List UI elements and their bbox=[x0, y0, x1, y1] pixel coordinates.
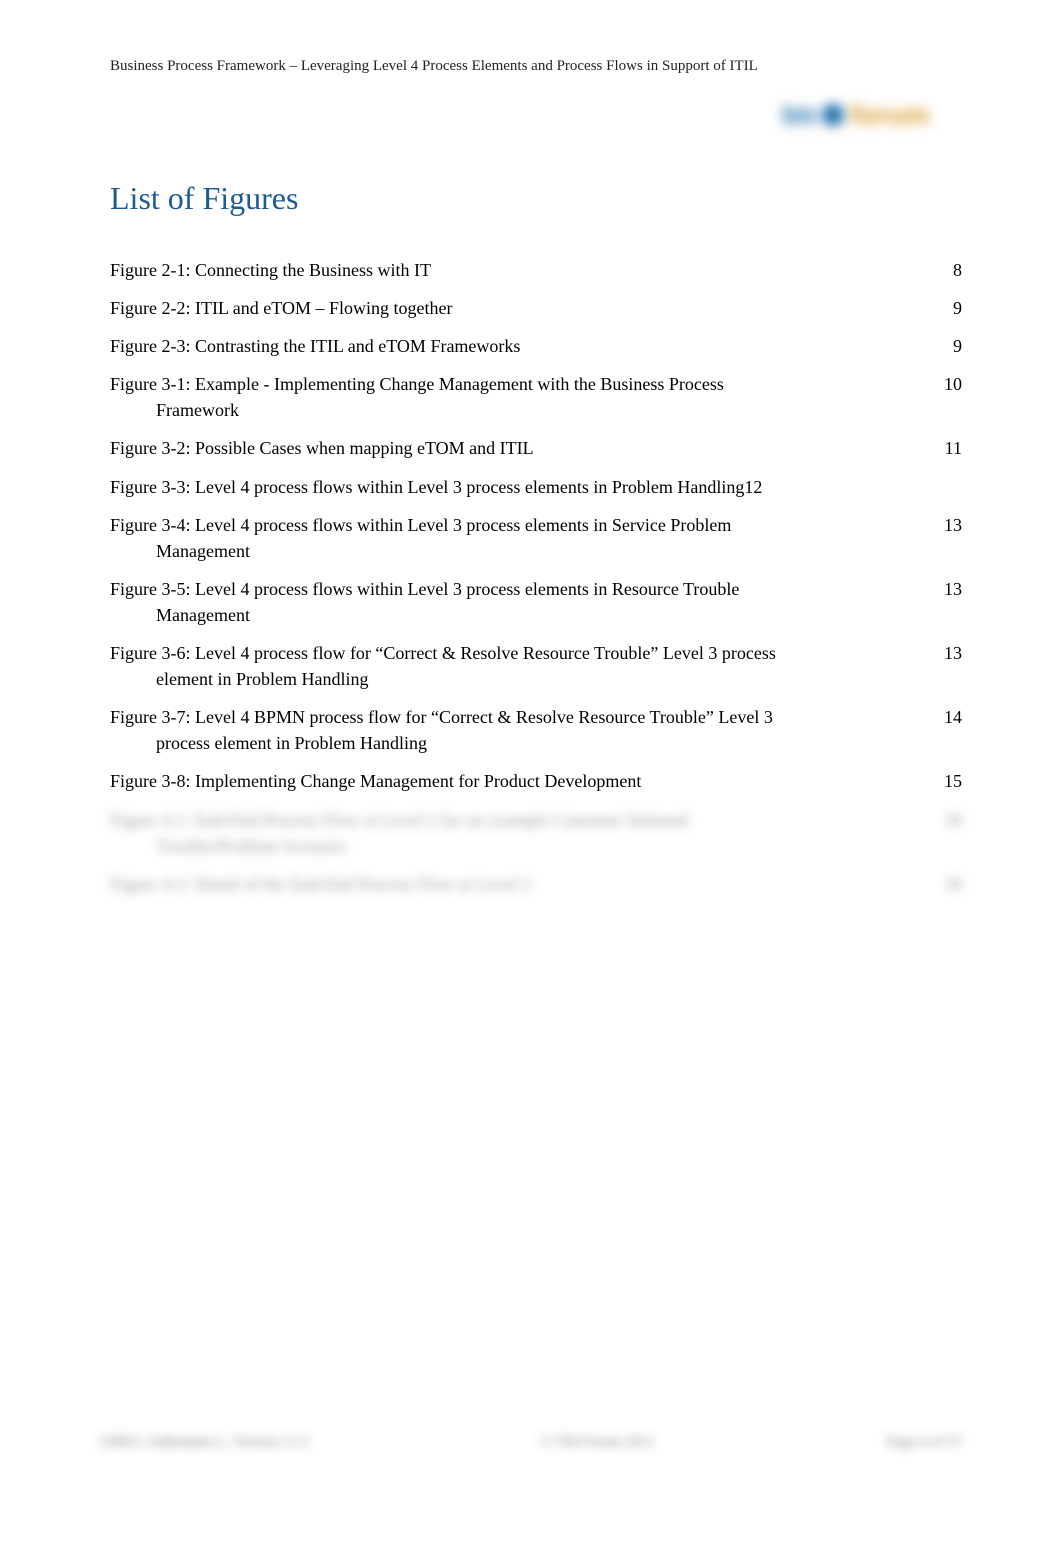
figure-entry: Figure 2-3: Contrasting the ITIL and eTO… bbox=[110, 333, 962, 359]
figure-continuation: Trouble/Problem Scenario bbox=[110, 833, 922, 859]
figure-entry: Figure 3-8: Implementing Change Manageme… bbox=[110, 768, 962, 794]
figure-line1: Figure 3-1: Example - Implementing Chang… bbox=[110, 374, 724, 394]
figure-line1: Figure 3-6: Level 4 process flow for “Co… bbox=[110, 643, 776, 663]
figure-line1: Figure 3-5: Level 4 process flows within… bbox=[110, 579, 739, 599]
figure-entry-blurred: Figure 4-2: Detail of the End-End Proces… bbox=[110, 871, 962, 897]
figure-entry: Figure 3-4: Level 4 process flows within… bbox=[110, 512, 962, 564]
figure-page-number: 9 bbox=[922, 333, 962, 359]
footer-right: Page 4 of 37 bbox=[887, 1434, 962, 1451]
figure-entry: Figure 3-6: Level 4 process flow for “Co… bbox=[110, 640, 962, 692]
figure-page-number: 18 bbox=[922, 871, 962, 897]
logo-dot-icon bbox=[822, 104, 844, 126]
figure-label: Figure 4-1: End-End Process Flow at Leve… bbox=[110, 807, 922, 859]
figure-line1: Figure 3-4: Level 4 process flows within… bbox=[110, 515, 731, 535]
figure-label: Figure 4-2: Detail of the End-End Proces… bbox=[110, 871, 922, 897]
figure-page-number: 15 bbox=[922, 768, 962, 794]
figure-continuation: element in Problem Handling bbox=[110, 666, 922, 692]
figure-continuation: Framework bbox=[110, 397, 922, 423]
page-footer: GB921 Addendum L, Version 11.3 © TM Foru… bbox=[100, 1434, 962, 1451]
figure-label: Figure 3-3: Level 4 process flows within… bbox=[110, 474, 922, 500]
figure-page-number: 13 bbox=[922, 640, 962, 666]
figure-page-number: 8 bbox=[922, 257, 962, 283]
figure-page-number: 14 bbox=[922, 704, 962, 730]
figure-continuation: Management bbox=[110, 602, 922, 628]
figure-continuation: process element in Problem Handling bbox=[110, 730, 922, 756]
figure-entry: Figure 3-3: Level 4 process flows within… bbox=[110, 474, 962, 500]
tmforum-logo: tm forum bbox=[782, 95, 962, 135]
figure-entry: Figure 3-5: Level 4 process flows within… bbox=[110, 576, 962, 628]
figure-entry-blurred: Figure 4-1: End-End Process Flow at Leve… bbox=[110, 807, 962, 859]
running-header: Business Process Framework – Leveraging … bbox=[110, 58, 962, 75]
figure-page-number: 13 bbox=[922, 512, 962, 538]
logo-text-part1: tm bbox=[782, 99, 816, 131]
figure-label: Figure 3-1: Example - Implementing Chang… bbox=[110, 371, 922, 423]
figure-page-number: 9 bbox=[922, 295, 962, 321]
footer-center: © TM Forum 2011 bbox=[540, 1434, 654, 1451]
figures-list: Figure 2-1: Connecting the Business with… bbox=[110, 257, 962, 897]
figure-label: Figure 3-4: Level 4 process flows within… bbox=[110, 512, 922, 564]
figure-label: Figure 3-6: Level 4 process flow for “Co… bbox=[110, 640, 922, 692]
figure-entry: Figure 2-2: ITIL and eTOM – Flowing toge… bbox=[110, 295, 962, 321]
figure-label: Figure 3-8: Implementing Change Manageme… bbox=[110, 768, 922, 794]
logo-text-part2: forum bbox=[850, 99, 929, 131]
figure-label: Figure 2-2: ITIL and eTOM – Flowing toge… bbox=[110, 295, 922, 321]
figure-page-number: 18 bbox=[922, 807, 962, 833]
figure-continuation: Management bbox=[110, 538, 922, 564]
logo-row: tm forum bbox=[110, 95, 962, 135]
figure-entry: Figure 3-1: Example - Implementing Chang… bbox=[110, 371, 962, 423]
figure-entry: Figure 2-1: Connecting the Business with… bbox=[110, 257, 962, 283]
figure-page-number: 11 bbox=[922, 435, 962, 461]
figure-label: Figure 3-2: Possible Cases when mapping … bbox=[110, 435, 922, 461]
figure-label: Figure 3-7: Level 4 BPMN process flow fo… bbox=[110, 704, 922, 756]
figure-entry: Figure 3-2: Possible Cases when mapping … bbox=[110, 435, 962, 461]
figure-page-number: 13 bbox=[922, 576, 962, 602]
figure-page-number: 10 bbox=[922, 371, 962, 397]
figure-label: Figure 3-5: Level 4 process flows within… bbox=[110, 576, 922, 628]
footer-left: GB921 Addendum L, Version 11.3 bbox=[100, 1434, 308, 1451]
figure-label: Figure 2-1: Connecting the Business with… bbox=[110, 257, 922, 283]
figure-entry: Figure 3-7: Level 4 BPMN process flow fo… bbox=[110, 704, 962, 756]
figure-label: Figure 2-3: Contrasting the ITIL and eTO… bbox=[110, 333, 922, 359]
figure-line1: Figure 3-7: Level 4 BPMN process flow fo… bbox=[110, 707, 773, 727]
page-title: List of Figures bbox=[110, 180, 962, 217]
figure-line1: Figure 4-1: End-End Process Flow at Leve… bbox=[110, 810, 688, 830]
